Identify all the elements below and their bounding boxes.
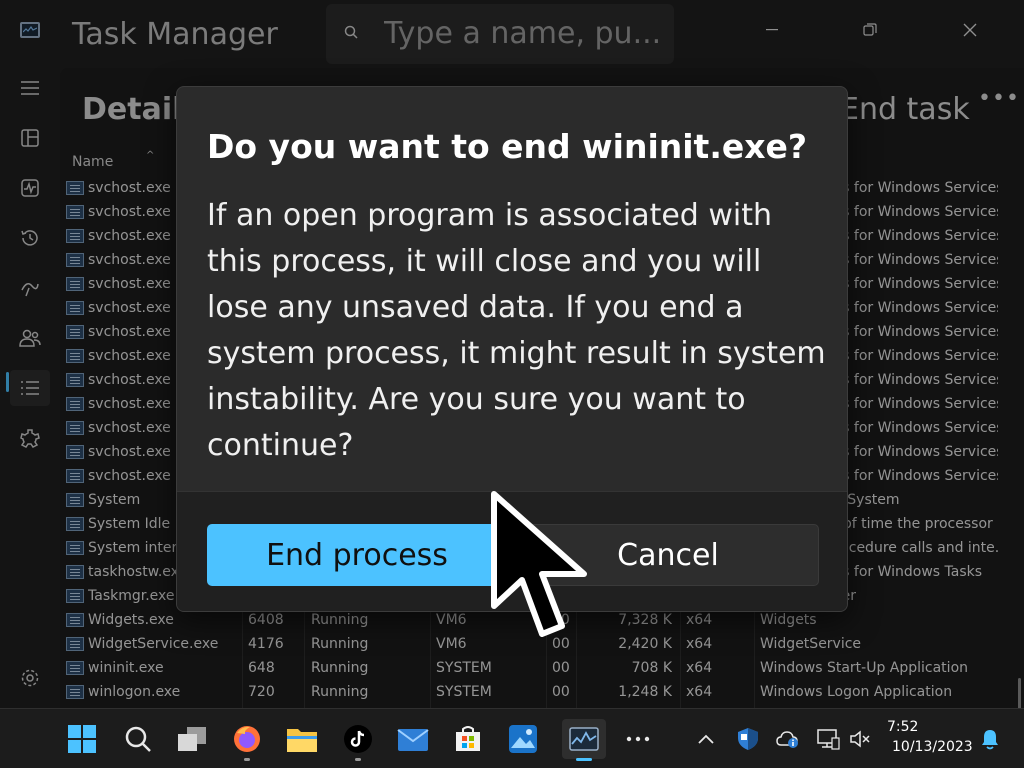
- store-icon: [456, 726, 480, 751]
- search-icon: [125, 726, 151, 752]
- onedrive-tray-button[interactable]: [776, 727, 800, 751]
- photos-icon: [509, 725, 537, 753]
- notifications-button[interactable]: [978, 727, 1002, 751]
- taskbar: 7:52 10/13/2023: [0, 708, 1024, 768]
- security-tray-button[interactable]: [736, 727, 760, 751]
- dialog-title: Do you want to end wininit.exe?: [207, 127, 808, 166]
- task-manager-icon: [569, 727, 599, 751]
- file-explorer-icon: [287, 729, 317, 752]
- network-tray-button[interactable]: [816, 727, 840, 751]
- active-indicator: [576, 758, 592, 761]
- more-apps-icon: [626, 736, 650, 742]
- bell-icon: [982, 730, 998, 750]
- task-view-icon: [178, 727, 206, 751]
- start-button[interactable]: [62, 719, 102, 759]
- volume-tray-button[interactable]: [848, 727, 872, 751]
- more-apps-button[interactable]: [618, 719, 658, 759]
- show-hidden-icons-button[interactable]: [694, 727, 718, 751]
- firefox-icon: [234, 726, 260, 752]
- chevron-up-icon: [698, 734, 714, 744]
- start-icon: [68, 725, 96, 753]
- taskbar-app-file-explorer[interactable]: [282, 719, 322, 759]
- taskbar-app-mail[interactable]: [393, 719, 433, 759]
- shield-icon: [738, 728, 758, 750]
- taskbar-app-task-manager[interactable]: [562, 719, 606, 761]
- volume-muted-icon: [850, 730, 870, 748]
- taskbar-search-button[interactable]: [118, 719, 158, 759]
- network-icon: [817, 729, 840, 750]
- taskbar-clock-date[interactable]: 10/13/2023: [892, 739, 973, 755]
- taskbar-app-tiktok[interactable]: [338, 719, 378, 761]
- cloud-icon: [776, 731, 798, 748]
- task-view-button[interactable]: [172, 719, 212, 759]
- mail-icon: [397, 729, 429, 751]
- tiktok-icon: [344, 725, 372, 753]
- running-indicator: [355, 758, 361, 761]
- mouse-pointer-icon: [491, 491, 587, 637]
- taskbar-app-firefox[interactable]: [227, 719, 267, 761]
- taskbar-clock-time[interactable]: 7:52: [887, 719, 918, 735]
- taskbar-app-photos[interactable]: [503, 719, 543, 759]
- dialog-message: If an open program is associated with th…: [207, 198, 826, 463]
- running-indicator: [244, 758, 250, 761]
- end-process-button[interactable]: End process: [207, 524, 507, 586]
- taskbar-app-store[interactable]: [448, 719, 488, 759]
